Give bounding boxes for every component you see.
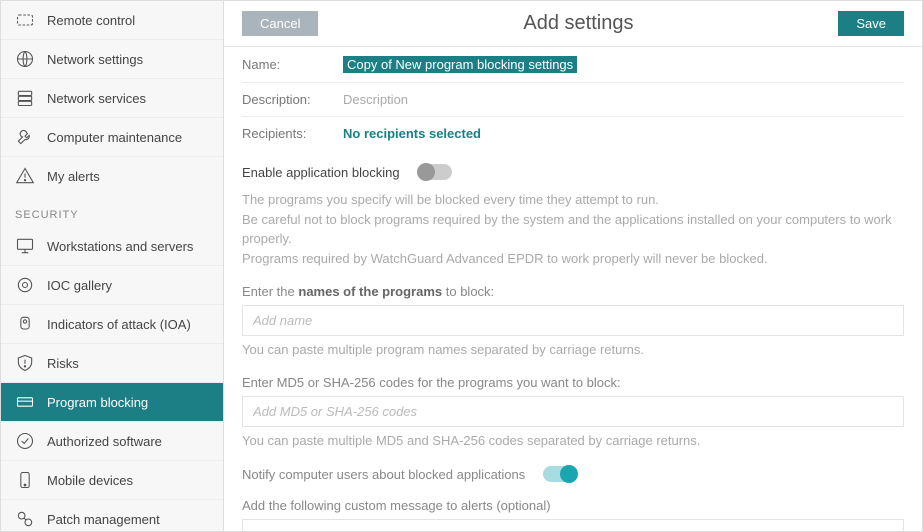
custom-msg-label: Add the following custom message to aler… [242,498,904,513]
sidebar-item-label: Authorized software [47,434,162,449]
info-text: The programs you specify will be blocked… [242,190,904,268]
description-label: Description: [242,92,327,107]
page-title: Add settings [318,12,838,35]
sidebar-item-ioc-gallery[interactable]: IOC gallery [1,266,223,305]
description-row: Description: Description [242,83,904,117]
sidebar-item-authorized-software[interactable]: Authorized software [1,422,223,461]
patch-icon [15,509,35,529]
mobile-icon [15,470,35,490]
hash-label: Enter MD5 or SHA-256 codes for the progr… [242,375,904,390]
server-icon [15,88,35,108]
sidebar-item-ioa[interactable]: Indicators of attack (IOA) [1,305,223,344]
sidebar-item-label: Indicators of attack (IOA) [47,317,191,332]
sidebar-item-label: Remote control [47,13,135,28]
recipients-label: Recipients: [242,126,327,141]
name-row: Name: Copy of New program blocking setti… [242,47,904,83]
content-area: Name: Copy of New program blocking setti… [224,47,922,531]
names-label: Enter the names of the programs to block… [242,284,904,299]
sidebar-item-remote-control[interactable]: Remote control [1,1,223,40]
sidebar-item-label: Program blocking [47,395,148,410]
sidebar-item-label: Workstations and servers [47,239,193,254]
names-hint: You can paste multiple program names sep… [242,342,904,357]
main-panel: Cancel Add settings Save Name: Copy of N… [224,1,922,531]
enable-label: Enable application blocking [242,165,400,180]
save-button[interactable]: Save [838,11,904,36]
sidebar-item-program-blocking[interactable]: Program blocking [1,383,223,422]
sidebar-item-risks[interactable]: Risks [1,344,223,383]
info-line2: Be careful not to block programs require… [242,210,904,249]
sidebar-item-label: Risks [47,356,79,371]
alert-icon [15,166,35,186]
recipients-link[interactable]: No recipients selected [343,126,481,141]
description-placeholder[interactable]: Description [343,92,408,107]
name-label: Name: [242,57,327,72]
sidebar-item-label: Mobile devices [47,473,133,488]
shield-alert-icon [15,353,35,373]
hash-input[interactable] [242,396,904,427]
sidebar-item-network-services[interactable]: Network services [1,79,223,118]
sidebar-item-computer-maintenance[interactable]: Computer maintenance [1,118,223,157]
block-icon [15,392,35,412]
notify-label: Notify computer users about blocked appl… [242,467,525,482]
sidebar-item-network-settings[interactable]: Network settings [1,40,223,79]
custom-msg-input[interactable] [242,519,904,531]
attack-icon [15,314,35,334]
sidebar-item-label: My alerts [47,169,100,184]
info-line1: The programs you specify will be blocked… [242,190,904,210]
enable-row: Enable application blocking [242,164,904,180]
notify-row: Notify computer users about blocked appl… [242,466,904,482]
names-input[interactable] [242,305,904,336]
remote-control-icon [15,10,35,30]
recipients-row: Recipients: No recipients selected [242,117,904,150]
enable-toggle[interactable] [418,164,452,180]
hash-hint: You can paste multiple MD5 and SHA-256 c… [242,433,904,448]
sidebar-item-label: IOC gallery [47,278,112,293]
header-bar: Cancel Add settings Save [224,1,922,47]
sidebar: Remote control Network settings Network … [1,1,224,531]
sidebar-item-my-alerts[interactable]: My alerts [1,157,223,195]
sidebar-item-workstations[interactable]: Workstations and servers [1,227,223,266]
globe-icon [15,49,35,69]
name-value[interactable]: Copy of New program blocking settings [343,56,577,73]
sidebar-section-security: SECURITY [1,195,223,227]
sidebar-item-label: Patch management [47,512,160,527]
sidebar-item-patch-management[interactable]: Patch management [1,500,223,531]
cancel-button[interactable]: Cancel [242,11,318,36]
notify-toggle[interactable] [543,466,577,482]
monitor-icon [15,236,35,256]
check-circle-icon [15,431,35,451]
sidebar-item-label: Network settings [47,52,143,67]
eye-target-icon [15,275,35,295]
sidebar-item-label: Network services [47,91,146,106]
sidebar-item-mobile-devices[interactable]: Mobile devices [1,461,223,500]
sidebar-item-label: Computer maintenance [47,130,182,145]
info-line3: Programs required by WatchGuard Advanced… [242,249,904,269]
wrench-icon [15,127,35,147]
